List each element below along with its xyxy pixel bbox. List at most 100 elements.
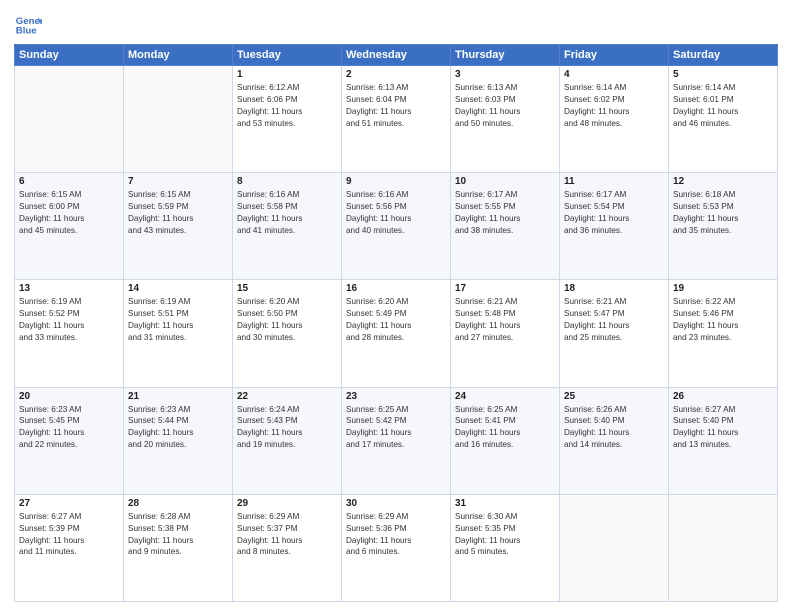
day-header-monday: Monday — [124, 45, 233, 66]
day-number: 14 — [128, 283, 228, 294]
calendar-cell: 10Sunrise: 6:17 AM Sunset: 5:55 PM Dayli… — [451, 173, 560, 280]
calendar-cell: 3Sunrise: 6:13 AM Sunset: 6:03 PM Daylig… — [451, 66, 560, 173]
day-number: 16 — [346, 283, 446, 294]
day-number: 22 — [237, 391, 337, 402]
calendar-cell: 28Sunrise: 6:28 AM Sunset: 5:38 PM Dayli… — [124, 494, 233, 601]
calendar-cell: 26 Sunrise: 6:27 AM Sunset: 5:40 PM Dayli… — [669, 387, 778, 494]
cell-info: Sunrise: 6:19 AM Sunset: 5:52 PM Dayligh… — [19, 296, 119, 344]
cell-info: Sunrise: 6:27 AM Sunset: 5:39 PM Dayligh… — [19, 511, 119, 559]
cell-info: Sunrise: 6:21 AM Sunset: 5:48 PM Dayligh… — [455, 296, 555, 344]
day-number: 8 — [237, 176, 337, 187]
calendar-cell: 24 Sunrise: 6:25 AM Sunset: 5:41 PM Dayli… — [451, 387, 560, 494]
cell-info: Sunrise: 6:15 AM Sunset: 5:59 PM Dayligh… — [128, 189, 228, 237]
cell-info: Sunrise: 6:14 AM Sunset: 6:02 PM Dayligh… — [564, 82, 664, 130]
logo: General Blue — [14, 10, 46, 38]
day-number: 18 — [564, 283, 664, 294]
calendar-cell: 4Sunrise: 6:14 AM Sunset: 6:02 PM Daylig… — [560, 66, 669, 173]
calendar-cell: 13 Sunrise: 6:19 AM Sunset: 5:52 PM Dayli… — [15, 280, 124, 387]
calendar-cell: 15Sunrise: 6:20 AM Sunset: 5:50 PM Dayli… — [233, 280, 342, 387]
day-number: 25 — [564, 391, 664, 402]
svg-text:Blue: Blue — [16, 26, 37, 37]
calendar-cell: 25Sunrise: 6:26 AM Sunset: 5:40 PM Dayli… — [560, 387, 669, 494]
calendar-cell: 11 Sunrise: 6:17 AM Sunset: 5:54 PM Dayli… — [560, 173, 669, 280]
calendar-cell: 31 Sunrise: 6:30 AM Sunset: 5:35 PM Dayli… — [451, 494, 560, 601]
day-number: 27 — [19, 498, 119, 509]
day-number: 30 — [346, 498, 446, 509]
cell-info: Sunrise: 6:29 AM Sunset: 5:37 PM Dayligh… — [237, 511, 337, 559]
cell-info: Sunrise: 6:12 AM Sunset: 6:06 PM Dayligh… — [237, 82, 337, 130]
day-number: 20 — [19, 391, 119, 402]
day-header-sunday: Sunday — [15, 45, 124, 66]
cell-info: Sunrise: 6:17 AM Sunset: 5:55 PM Dayligh… — [455, 189, 555, 237]
cell-info: Sunrise: 6:13 AM Sunset: 6:04 PM Dayligh… — [346, 82, 446, 130]
calendar-cell: 9 Sunrise: 6:16 AM Sunset: 5:56 PM Daylig… — [342, 173, 451, 280]
calendar-cell: 18 Sunrise: 6:21 AM Sunset: 5:47 PM Dayli… — [560, 280, 669, 387]
calendar-cell — [669, 494, 778, 601]
calendar-cell: 19 Sunrise: 6:22 AM Sunset: 5:46 PM Dayli… — [669, 280, 778, 387]
logo-icon: General Blue — [14, 10, 42, 38]
cell-info: Sunrise: 6:20 AM Sunset: 5:49 PM Dayligh… — [346, 296, 446, 344]
calendar-week-5: 27 Sunrise: 6:27 AM Sunset: 5:39 PM Dayli… — [15, 494, 778, 601]
calendar-cell: 12 Sunrise: 6:18 AM Sunset: 5:53 PM Dayli… — [669, 173, 778, 280]
calendar-cell: 17Sunrise: 6:21 AM Sunset: 5:48 PM Dayli… — [451, 280, 560, 387]
day-number: 23 — [346, 391, 446, 402]
cell-info: Sunrise: 6:25 AM Sunset: 5:41 PM Dayligh… — [455, 404, 555, 452]
cell-info: Sunrise: 6:27 AM Sunset: 5:40 PM Dayligh… — [673, 404, 773, 452]
cell-info: Sunrise: 6:23 AM Sunset: 5:44 PM Dayligh… — [128, 404, 228, 452]
day-number: 26 — [673, 391, 773, 402]
calendar-cell: 7 Sunrise: 6:15 AM Sunset: 5:59 PM Daylig… — [124, 173, 233, 280]
calendar-cell: 23 Sunrise: 6:25 AM Sunset: 5:42 PM Dayli… — [342, 387, 451, 494]
cell-info: Sunrise: 6:25 AM Sunset: 5:42 PM Dayligh… — [346, 404, 446, 452]
day-number: 19 — [673, 283, 773, 294]
calendar-cell: 6 Sunrise: 6:15 AM Sunset: 6:00 PM Daylig… — [15, 173, 124, 280]
calendar-table: SundayMondayTuesdayWednesdayThursdayFrid… — [14, 44, 778, 602]
calendar-cell: 29 Sunrise: 6:29 AM Sunset: 5:37 PM Dayli… — [233, 494, 342, 601]
cell-info: Sunrise: 6:29 AM Sunset: 5:36 PM Dayligh… — [346, 511, 446, 559]
cell-info: Sunrise: 6:16 AM Sunset: 5:56 PM Dayligh… — [346, 189, 446, 237]
calendar-header-row: SundayMondayTuesdayWednesdayThursdayFrid… — [15, 45, 778, 66]
cell-info: Sunrise: 6:19 AM Sunset: 5:51 PM Dayligh… — [128, 296, 228, 344]
cell-info: Sunrise: 6:18 AM Sunset: 5:53 PM Dayligh… — [673, 189, 773, 237]
day-header-saturday: Saturday — [669, 45, 778, 66]
day-header-tuesday: Tuesday — [233, 45, 342, 66]
day-number: 11 — [564, 176, 664, 187]
day-header-friday: Friday — [560, 45, 669, 66]
calendar-cell — [15, 66, 124, 173]
calendar-cell: 16 Sunrise: 6:20 AM Sunset: 5:49 PM Dayli… — [342, 280, 451, 387]
calendar-cell: 14 Sunrise: 6:19 AM Sunset: 5:51 PM Dayli… — [124, 280, 233, 387]
cell-info: Sunrise: 6:17 AM Sunset: 5:54 PM Dayligh… — [564, 189, 664, 237]
day-number: 6 — [19, 176, 119, 187]
cell-info: Sunrise: 6:15 AM Sunset: 6:00 PM Dayligh… — [19, 189, 119, 237]
calendar-week-2: 6 Sunrise: 6:15 AM Sunset: 6:00 PM Daylig… — [15, 173, 778, 280]
day-header-wednesday: Wednesday — [342, 45, 451, 66]
day-number: 2 — [346, 69, 446, 80]
day-number: 31 — [455, 498, 555, 509]
day-number: 9 — [346, 176, 446, 187]
cell-info: Sunrise: 6:22 AM Sunset: 5:46 PM Dayligh… — [673, 296, 773, 344]
calendar-cell: 1Sunrise: 6:12 AM Sunset: 6:06 PM Daylig… — [233, 66, 342, 173]
cell-info: Sunrise: 6:13 AM Sunset: 6:03 PM Dayligh… — [455, 82, 555, 130]
calendar-cell — [560, 494, 669, 601]
calendar-cell: 30 Sunrise: 6:29 AM Sunset: 5:36 PM Dayli… — [342, 494, 451, 601]
day-number: 24 — [455, 391, 555, 402]
day-number: 7 — [128, 176, 228, 187]
cell-info: Sunrise: 6:21 AM Sunset: 5:47 PM Dayligh… — [564, 296, 664, 344]
day-header-thursday: Thursday — [451, 45, 560, 66]
cell-info: Sunrise: 6:24 AM Sunset: 5:43 PM Dayligh… — [237, 404, 337, 452]
calendar-cell: 22 Sunrise: 6:24 AM Sunset: 5:43 PM Dayli… — [233, 387, 342, 494]
day-number: 12 — [673, 176, 773, 187]
calendar-cell: 21Sunrise: 6:23 AM Sunset: 5:44 PM Dayli… — [124, 387, 233, 494]
calendar-week-3: 13 Sunrise: 6:19 AM Sunset: 5:52 PM Dayli… — [15, 280, 778, 387]
calendar-cell: 8 Sunrise: 6:16 AM Sunset: 5:58 PM Daylig… — [233, 173, 342, 280]
cell-info: Sunrise: 6:16 AM Sunset: 5:58 PM Dayligh… — [237, 189, 337, 237]
day-number: 5 — [673, 69, 773, 80]
cell-info: Sunrise: 6:30 AM Sunset: 5:35 PM Dayligh… — [455, 511, 555, 559]
day-number: 29 — [237, 498, 337, 509]
calendar-cell: 2 Sunrise: 6:13 AM Sunset: 6:04 PM Daylig… — [342, 66, 451, 173]
page-header: General Blue — [14, 10, 778, 38]
calendar-week-1: 1Sunrise: 6:12 AM Sunset: 6:06 PM Daylig… — [15, 66, 778, 173]
calendar-week-4: 20Sunrise: 6:23 AM Sunset: 5:45 PM Dayli… — [15, 387, 778, 494]
day-number: 13 — [19, 283, 119, 294]
cell-info: Sunrise: 6:20 AM Sunset: 5:50 PM Dayligh… — [237, 296, 337, 344]
calendar-cell: 20Sunrise: 6:23 AM Sunset: 5:45 PM Dayli… — [15, 387, 124, 494]
